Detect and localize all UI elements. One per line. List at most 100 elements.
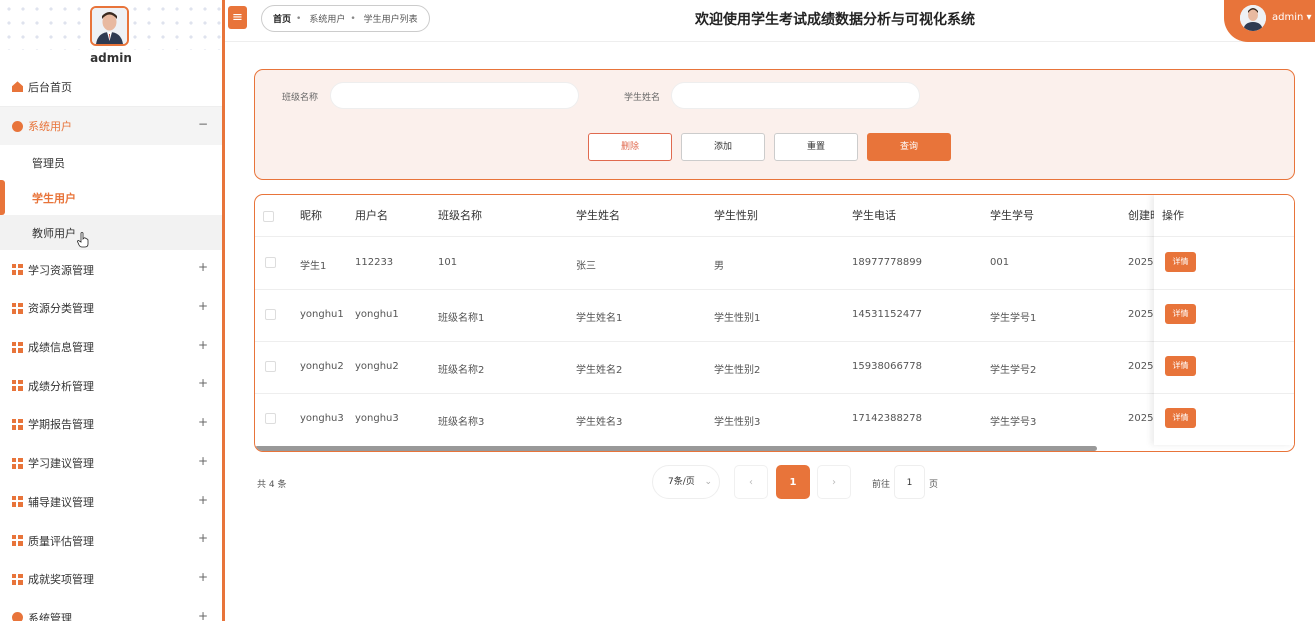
grid-icon: [12, 573, 23, 585]
page-suffix: 页: [929, 480, 939, 490]
sidebar: admin 后台首页 系统用户 − 管理员 学生用户 教师用户 学习资源管理 +…: [0, 0, 222, 621]
goto-page-input[interactable]: 1: [894, 465, 925, 499]
sidebar-menu: 后台首页 系统用户 − 管理员 学生用户 教师用户 学习资源管理 + 资源分类管…: [0, 68, 222, 621]
select-all-checkbox[interactable]: [263, 211, 274, 222]
class-name-input[interactable]: [330, 82, 579, 109]
gear-icon: [12, 612, 23, 621]
cell-student-id: 学生学号2: [990, 365, 1037, 376]
menu-label: 学期报告管理: [28, 418, 94, 432]
menu-item-learning-resources[interactable]: 学习资源管理 +: [0, 250, 222, 289]
menu-item-score-analysis[interactable]: 成绩分析管理 +: [0, 366, 222, 405]
next-page-button[interactable]: ›: [817, 465, 851, 499]
cell-created: 2025-: [1128, 413, 1158, 424]
total-count: 共 4 条: [257, 480, 287, 490]
grid-icon: [12, 264, 23, 276]
page-size-select[interactable]: 7条/页 ⌄: [652, 465, 720, 499]
cell-phone: 17142388278: [852, 413, 922, 424]
cell-created: 2025-: [1128, 309, 1158, 320]
hand-cursor-icon: [77, 232, 89, 248]
menu-item-system-users[interactable]: 系统用户 −: [0, 106, 222, 146]
cell-class: 班级名称2: [438, 365, 485, 376]
delete-button[interactable]: 删除: [588, 133, 672, 161]
column-header: 班级名称: [438, 209, 482, 222]
expand-icon[interactable]: +: [198, 376, 208, 390]
row-checkbox[interactable]: [265, 361, 276, 372]
add-button[interactable]: 添加: [681, 133, 765, 161]
search-panel: 班级名称 学生姓名 删除 添加 重置 查询: [254, 69, 1295, 180]
row-divider: [1154, 393, 1294, 394]
cell-student-name: 学生姓名1: [576, 313, 623, 324]
menu-item-resource-categories[interactable]: 资源分类管理 +: [0, 289, 222, 328]
column-header: 学生学号: [990, 209, 1034, 222]
expand-icon[interactable]: +: [198, 299, 208, 313]
expand-icon[interactable]: +: [198, 454, 208, 468]
submenu-item-students[interactable]: 学生用户: [0, 180, 222, 216]
cell-username: 112233: [355, 257, 394, 268]
reset-button[interactable]: 重置: [774, 133, 858, 161]
cell-gender: 男: [714, 261, 724, 272]
row-checkbox[interactable]: [265, 257, 276, 268]
submenu-item-admin[interactable]: 管理员: [0, 145, 222, 180]
topbar: ≡ 首页 • 系统用户 • 学生用户列表 欢迎使用学生考试成绩数据分析与可视化系统 …: [225, 0, 1315, 42]
page-button-current[interactable]: 1: [776, 465, 810, 499]
row-checkbox[interactable]: [265, 413, 276, 424]
menu-label: 质量评估管理: [28, 534, 94, 548]
menu-toggle-icon[interactable]: ≡: [228, 6, 247, 29]
expand-icon[interactable]: +: [198, 609, 208, 621]
student-name-input[interactable]: [671, 82, 920, 109]
menu-item-term-reports[interactable]: 学期报告管理 +: [0, 405, 222, 444]
breadcrumb-home[interactable]: 首页: [273, 12, 291, 25]
sidebar-username: admin: [90, 51, 132, 65]
detail-button[interactable]: 详情: [1165, 408, 1196, 428]
cell-class: 班级名称3: [438, 417, 485, 428]
expand-icon[interactable]: +: [198, 415, 208, 429]
avatar[interactable]: [90, 6, 129, 46]
column-header: 用户名: [355, 209, 388, 222]
user-menu[interactable]: admin ▾: [1224, 0, 1315, 42]
row-divider: [255, 341, 1294, 342]
chevron-down-icon: ▾: [1306, 12, 1312, 23]
cell-phone: 18977778899: [852, 257, 922, 268]
menu-item-study-advice[interactable]: 学习建议管理 +: [0, 444, 222, 483]
expand-icon[interactable]: +: [198, 570, 208, 584]
row-divider: [1154, 341, 1294, 342]
menu-item-tutoring-advice[interactable]: 辅导建议管理 +: [0, 483, 222, 522]
cell-nickname: yonghu1: [300, 309, 344, 320]
menu-item-achievements[interactable]: 成就奖项管理 +: [0, 560, 222, 599]
horizontal-scrollbar[interactable]: [255, 446, 1097, 451]
menu-label: 成就奖项管理: [28, 573, 94, 587]
cell-nickname: 学生1: [300, 261, 327, 272]
expand-icon[interactable]: +: [198, 338, 208, 352]
cell-phone: 14531152477: [852, 309, 922, 320]
menu-item-quality-assessment[interactable]: 质量评估管理 +: [0, 521, 222, 560]
detail-button[interactable]: 详情: [1165, 252, 1196, 272]
cell-nickname: yonghu3: [300, 413, 344, 424]
expand-icon[interactable]: +: [198, 493, 208, 507]
page-size-value: 7条/页: [668, 477, 695, 487]
operations-column: 操作 详情 详情 详情 详情: [1154, 195, 1294, 445]
menu-label: 系统管理: [28, 611, 72, 621]
menu-label: 辅导建议管理: [28, 495, 94, 509]
collapse-icon[interactable]: −: [198, 117, 208, 131]
detail-button[interactable]: 详情: [1165, 304, 1196, 324]
menu-label: 成绩分析管理: [28, 379, 94, 393]
prev-page-button[interactable]: ‹: [734, 465, 768, 499]
expand-icon[interactable]: +: [198, 260, 208, 274]
grid-icon: [12, 496, 23, 508]
column-header: 学生姓名: [576, 209, 620, 222]
grid-icon: [12, 341, 23, 353]
row-divider: [255, 393, 1294, 394]
student-name-label: 学生姓名: [624, 93, 661, 103]
row-checkbox[interactable]: [265, 309, 276, 320]
cell-class: 101: [438, 257, 458, 268]
expand-icon[interactable]: +: [198, 531, 208, 545]
menu-item-system-management[interactable]: 系统管理 +: [0, 599, 222, 621]
detail-button[interactable]: 详情: [1165, 356, 1196, 376]
cell-student-name: 学生姓名3: [576, 417, 623, 428]
submenu-item-teachers[interactable]: 教师用户: [0, 215, 222, 251]
query-button[interactable]: 查询: [867, 133, 951, 161]
breadcrumb-system-users[interactable]: 系统用户: [309, 12, 345, 25]
menu-item-score-info[interactable]: 成绩信息管理 +: [0, 328, 222, 367]
user-name-text: admin: [1272, 12, 1304, 23]
menu-item-home[interactable]: 后台首页: [0, 68, 222, 107]
